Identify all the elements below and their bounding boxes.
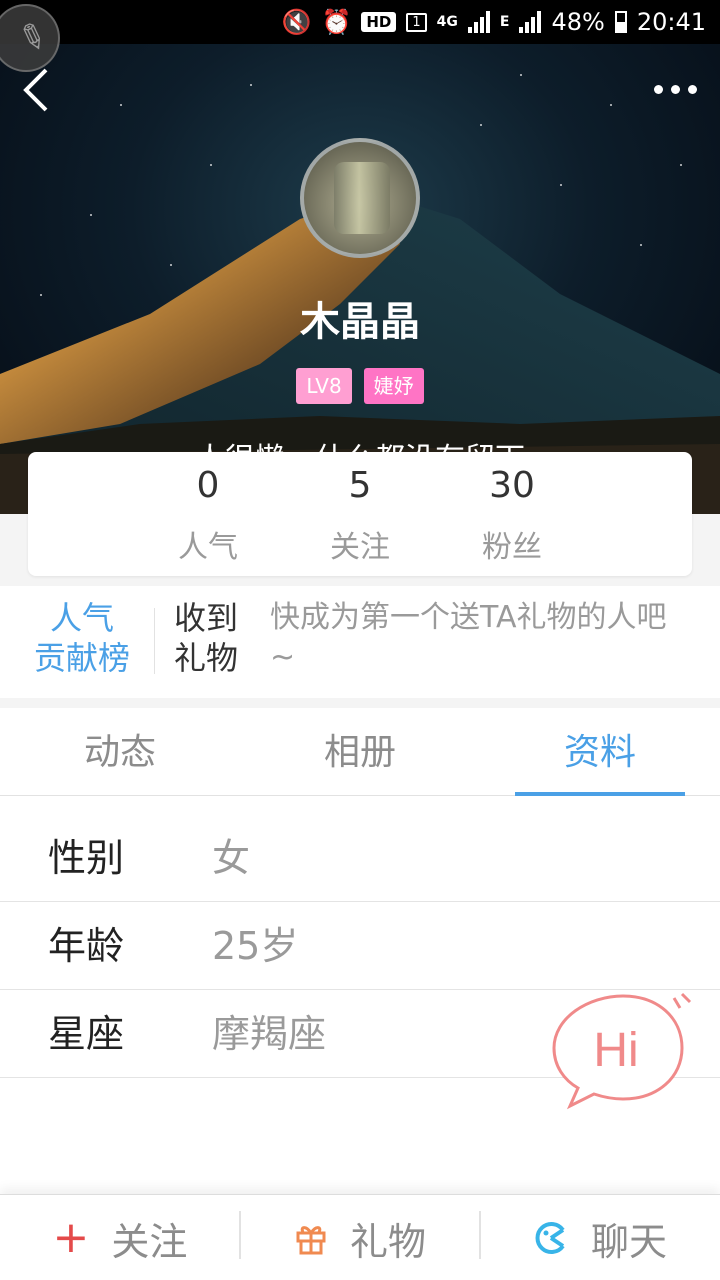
profile-tabs: 动态 相册 资料 <box>0 708 720 796</box>
popularity-ranking-button[interactable]: 人气 贡献榜 <box>22 598 142 678</box>
stat-label: 粉丝 <box>482 530 542 565</box>
profile-cover: 木晶晶 LV8 婕妤 人很懒，什么都没有留下 <box>0 44 720 514</box>
chat-label: 聊天 <box>590 1219 667 1264</box>
title-badge: 婕妤 <box>363 368 424 404</box>
stat-following[interactable]: 5 关注 <box>290 452 430 568</box>
divider <box>154 608 155 674</box>
profile-page: 🔇 ⏰ HD 1 4G E 48% 20:41 ✎ 木晶晶 LV8 婕妤 0 人… <box>0 0 720 1280</box>
info-row-age: 年龄 25岁 <box>0 902 720 990</box>
hi-bubble-icon: Hi <box>552 992 692 1110</box>
info-value: 摩羯座 <box>212 1012 327 1056</box>
tab-album[interactable]: 相册 <box>240 708 480 796</box>
stat-value: 0 <box>196 465 220 506</box>
more-options-button[interactable] <box>650 74 700 104</box>
gift-empty-hint: 快成为第一个送TA礼物的人吧~ <box>270 600 667 675</box>
network-type: 4G <box>436 14 458 30</box>
gift-icon <box>296 1226 326 1255</box>
bottom-action-bar: + 关注 礼物 聊天 <box>0 1194 720 1280</box>
tab-moments[interactable]: 动态 <box>0 708 240 796</box>
info-key: 星座 <box>48 1012 125 1056</box>
battery-icon <box>614 11 627 33</box>
clock: 20:41 <box>636 8 706 36</box>
stat-value: 30 <box>489 465 535 506</box>
pencil-icon: ✎ <box>12 14 53 62</box>
gift-button[interactable]: 礼物 <box>240 1195 480 1280</box>
mute-icon: 🔇 <box>281 8 312 36</box>
battery-percent: 48% <box>551 8 605 36</box>
stat-fans[interactable]: 30 粉丝 <box>442 452 582 568</box>
back-button[interactable] <box>18 66 58 114</box>
edge-indicator: E <box>499 14 510 30</box>
info-key: 年龄 <box>48 924 125 968</box>
sim-indicator: 1 <box>406 12 427 32</box>
stat-value: 5 <box>348 465 372 506</box>
follow-button[interactable]: + 关注 <box>0 1195 240 1280</box>
tab-profile-info[interactable]: 资料 <box>480 708 720 796</box>
hd-badge: HD <box>361 12 397 32</box>
chevron-left-icon <box>23 68 48 112</box>
stat-label: 关注 <box>330 530 390 565</box>
username: 木晶晶 <box>300 299 420 345</box>
chat-button[interactable]: 聊天 <box>480 1195 720 1280</box>
stat-popularity[interactable]: 0 人气 <box>138 452 278 568</box>
status-bar: 🔇 ⏰ HD 1 4G E 48% 20:41 <box>0 0 720 44</box>
badge-row: LV8 婕妤 <box>0 368 720 404</box>
alarm-icon: ⏰ <box>321 8 352 36</box>
signal-icon-2 <box>519 11 542 33</box>
gift-section: 人气 贡献榜 收到 礼物 快成为第一个送TA礼物的人吧~ <box>0 586 720 698</box>
say-hi-button[interactable]: Hi <box>548 990 698 1110</box>
chat-icon <box>535 1222 565 1254</box>
info-value: 25岁 <box>212 924 299 968</box>
signal-icon <box>467 11 490 33</box>
received-gifts-label: 收到 礼物 <box>174 599 239 677</box>
hi-text: Hi <box>593 1024 638 1077</box>
avatar[interactable] <box>300 138 420 258</box>
info-value: 女 <box>212 836 251 880</box>
follow-label: 关注 <box>111 1219 188 1264</box>
plus-icon: + <box>52 1212 90 1263</box>
gift-label: 礼物 <box>349 1219 426 1264</box>
level-badge: LV8 <box>296 368 352 404</box>
stats-card: 0 人气 5 关注 30 粉丝 <box>28 452 692 576</box>
info-row-gender: 性别 女 <box>0 814 720 902</box>
stat-label: 人气 <box>178 530 238 565</box>
info-key: 性别 <box>48 836 125 880</box>
